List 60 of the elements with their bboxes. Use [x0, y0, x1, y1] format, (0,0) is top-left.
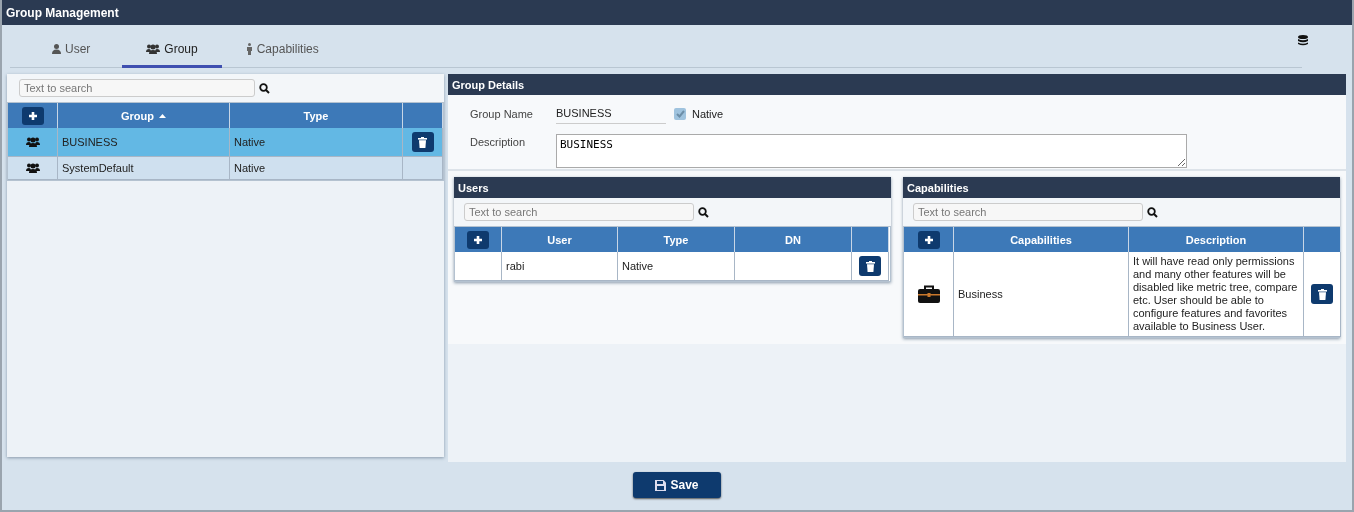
database-icon[interactable]	[1298, 35, 1308, 46]
column-header[interactable]: Capabilities	[954, 227, 1129, 252]
tab[interactable]: User	[20, 32, 123, 68]
table-cell: Native	[230, 157, 403, 180]
plus-icon	[27, 110, 38, 121]
search-icon[interactable]	[259, 82, 270, 94]
add-button[interactable]	[917, 230, 940, 249]
plus-icon	[923, 234, 934, 245]
search-icon[interactable]	[698, 206, 709, 218]
tab[interactable]: Group	[122, 32, 222, 68]
user-icon	[52, 43, 61, 54]
column-header	[852, 227, 889, 252]
checkbox-label: Native	[692, 107, 724, 120]
native-checkbox[interactable]	[674, 107, 686, 120]
table-cell: It will have read only permissions and many other features will be disabled like metric tree, compare etc. User should be able to configure features and favorites available to Business User.	[1129, 252, 1304, 337]
search-field[interactable]: Text to search	[19, 79, 255, 97]
table-cell: BUSINESS	[58, 128, 230, 157]
column-header[interactable]: User	[502, 227, 618, 252]
briefcase-icon	[917, 285, 940, 303]
column-header[interactable]: Group	[58, 103, 230, 128]
table-cell[interactable]	[8, 128, 58, 157]
column-header[interactable]: DN	[735, 227, 852, 252]
save-button[interactable]: Save	[633, 472, 721, 498]
table-cell: Native	[230, 128, 403, 157]
delete-button[interactable]	[1311, 284, 1333, 304]
table-cell: Native	[618, 252, 735, 281]
trash-icon	[418, 136, 427, 148]
delete-button[interactable]	[859, 256, 881, 276]
add-button[interactable]	[21, 106, 44, 125]
column-header[interactable]: Type	[618, 227, 735, 252]
trash-icon	[865, 260, 875, 272]
table-cell: rabi	[502, 252, 618, 281]
description-field[interactable]: BUSINESS	[556, 134, 1187, 168]
group-icon	[25, 137, 40, 147]
users-icon	[146, 43, 161, 54]
column-header	[1304, 227, 1341, 252]
panel-title: Capabilities	[907, 181, 969, 194]
save-icon	[655, 479, 667, 491]
search-field[interactable]: Text to search	[464, 203, 694, 221]
column-header[interactable]: Type	[230, 103, 403, 128]
table-cell: SystemDefault	[58, 157, 230, 180]
search-icon[interactable]	[1147, 206, 1158, 218]
search-field[interactable]: Text to search	[913, 203, 1143, 221]
panel-title: Users	[458, 181, 489, 194]
panel-title: Group Details	[452, 78, 525, 91]
field-label: Group Name	[470, 107, 534, 120]
plus-icon	[473, 234, 483, 245]
tab[interactable]: Capabilities	[221, 32, 343, 68]
person-icon	[245, 42, 253, 55]
column-header[interactable]: Description	[1129, 227, 1304, 252]
group-name-field[interactable]: BUSINESS	[556, 103, 666, 124]
delete-button[interactable]	[411, 132, 434, 152]
column-header	[403, 103, 443, 128]
group-icon	[25, 163, 40, 173]
table-cell: Business	[954, 252, 1129, 337]
table-cell[interactable]	[8, 157, 58, 180]
add-button[interactable]	[467, 230, 489, 249]
window-title: Group Management	[6, 5, 119, 20]
trash-icon	[1317, 288, 1327, 300]
field-label: Description	[470, 136, 527, 148]
